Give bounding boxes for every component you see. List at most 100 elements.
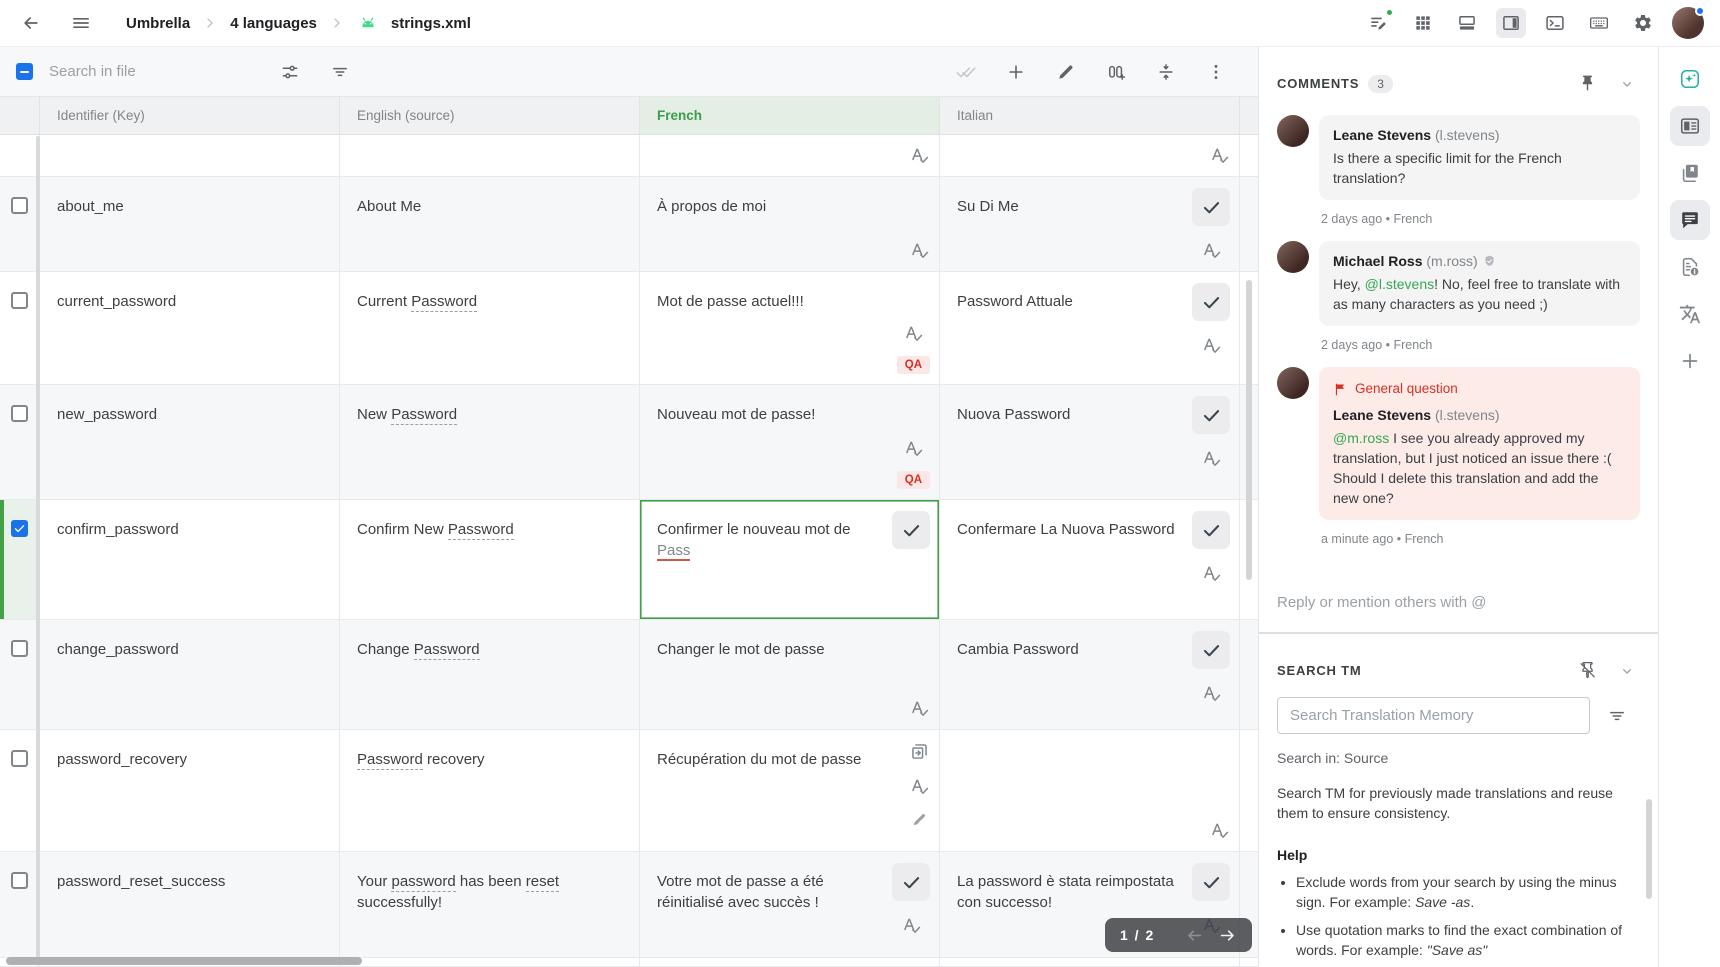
source-cell[interactable]: Password recovery — [340, 730, 640, 851]
topbar-action-grid-view[interactable] — [1408, 8, 1438, 38]
key-cell[interactable]: confirm_password — [40, 500, 340, 619]
source-cell[interactable] — [340, 958, 640, 966]
search-tm-filter-icon[interactable] — [1607, 706, 1627, 726]
rail-item-glossary[interactable] — [1670, 153, 1710, 193]
rail-item-key-info[interactable] — [1670, 247, 1710, 287]
toolbar-tune-filters[interactable] — [275, 57, 305, 87]
italian-translation-cell[interactable]: Su Di Me — [940, 177, 1240, 271]
search-tm-scrollbar[interactable] — [1646, 799, 1652, 899]
spellcheck-icon[interactable] — [1201, 563, 1222, 584]
spellcheck-icon[interactable] — [909, 240, 930, 261]
approve-translation-button[interactable] — [1192, 631, 1230, 669]
column-header-italian[interactable]: Italian — [940, 97, 1240, 134]
key-cell[interactable]: new_password — [40, 385, 340, 499]
table-left-scrollbar[interactable] — [36, 136, 40, 958]
column-header-french[interactable]: French — [640, 97, 940, 134]
topbar-action-right-panel[interactable] — [1496, 8, 1526, 38]
spellcheck-icon[interactable] — [909, 776, 930, 797]
toolbar-duplicate-key[interactable] — [1104, 60, 1128, 84]
row-checkbox[interactable] — [11, 520, 28, 537]
glossary-term[interactable]: Password — [391, 406, 457, 425]
french-translation-cell[interactable]: Changer le mot de passe — [640, 620, 940, 729]
spellcheck-icon[interactable] — [1201, 448, 1222, 469]
source-cell[interactable]: Confirm New Password — [340, 500, 640, 619]
comment-card[interactable]: General questionLeane Stevens (l.stevens… — [1319, 367, 1640, 520]
spellcheck-icon[interactable] — [909, 698, 930, 719]
spellcheck-icon[interactable] — [901, 915, 922, 936]
topbar-action-bottom-panel[interactable] — [1452, 8, 1482, 38]
rail-item-editor-panel[interactable] — [1670, 106, 1710, 146]
row-checkbox[interactable] — [11, 405, 28, 422]
copy-icon[interactable] — [909, 741, 930, 762]
breadcrumb-item[interactable]: 4 languages — [230, 15, 317, 32]
approve-translation-button[interactable] — [1192, 396, 1230, 434]
row-checkbox[interactable] — [11, 872, 28, 889]
french-translation-cell[interactable]: Confirmer le nouveau mot de Pass — [640, 500, 940, 619]
topbar-action-review-changes[interactable] — [1364, 8, 1394, 38]
key-cell[interactable]: change_password — [40, 620, 340, 729]
glossary-term[interactable]: reset — [526, 873, 559, 892]
approve-translation-button[interactable] — [1192, 283, 1230, 321]
spellcheck-icon[interactable] — [903, 323, 924, 344]
breadcrumb-item[interactable]: Umbrella — [126, 15, 190, 32]
glossary-term[interactable]: Password — [357, 751, 423, 770]
comment-card[interactable]: Michael Ross (m.ross)Hey, @l.stevens! No… — [1319, 241, 1640, 326]
column-header-english-source-[interactable]: English (source) — [340, 97, 640, 134]
search-in-setting[interactable]: Search in: Source — [1259, 734, 1658, 766]
french-translation-cell[interactable]: Votre mot de passe a été réinitialisé av… — [640, 852, 940, 957]
source-cell[interactable]: About Me — [340, 177, 640, 271]
source-cell[interactable]: Change Password — [340, 620, 640, 729]
search-tm-input[interactable] — [1277, 697, 1590, 734]
topbar-action-settings[interactable] — [1628, 8, 1658, 38]
spellcheck-icon[interactable] — [1209, 145, 1230, 166]
select-all-checkbox[interactable] — [16, 63, 33, 80]
rail-item-machine-translation[interactable] — [1670, 294, 1710, 334]
key-cell[interactable] — [40, 135, 340, 176]
collapse-comments-button[interactable] — [1614, 71, 1640, 97]
collapse-search-tm-button[interactable] — [1614, 658, 1640, 684]
row-checkbox[interactable] — [11, 292, 28, 309]
row-checkbox[interactable] — [11, 750, 28, 767]
key-cell[interactable]: password_recovery — [40, 730, 340, 851]
spellcheck-icon[interactable] — [1201, 335, 1222, 356]
rail-item-add-panel[interactable] — [1670, 341, 1710, 381]
user-avatar[interactable] — [1672, 7, 1704, 39]
source-cell[interactable]: Your password has been reset successfull… — [340, 852, 640, 957]
toolbar-collapse-rows[interactable] — [1154, 60, 1178, 84]
italian-translation-cell[interactable] — [940, 958, 1240, 966]
italian-translation-cell[interactable]: Cambia Password — [940, 620, 1240, 729]
column-header-identifier-key-[interactable]: Identifier (Key) — [40, 97, 340, 134]
key-cell[interactable]: about_me — [40, 177, 340, 271]
table-vertical-scrollbar[interactable] — [1246, 280, 1252, 580]
spellcheck-icon[interactable] — [1201, 683, 1222, 704]
key-cell[interactable]: current_password — [40, 272, 340, 384]
next-page-button[interactable] — [1218, 926, 1237, 945]
menu-button[interactable] — [66, 8, 96, 38]
spellcheck-icon[interactable] — [909, 145, 930, 166]
french-translation-cell[interactable] — [640, 958, 940, 966]
french-translation-cell[interactable]: Nouveau mot de passe!QA — [640, 385, 940, 499]
row-checkbox[interactable] — [11, 197, 28, 214]
search-in-file-input[interactable] — [49, 63, 275, 80]
glossary-term[interactable]: Password — [411, 293, 477, 312]
glossary-term[interactable]: Password — [414, 641, 480, 660]
source-cell[interactable] — [340, 135, 640, 176]
italian-translation-cell[interactable] — [940, 730, 1240, 851]
pin-panel-button[interactable] — [1573, 69, 1602, 98]
italian-translation-cell[interactable]: Confermare La Nuova Password — [940, 500, 1240, 619]
horizontal-scrollbar[interactable] — [6, 957, 362, 965]
rail-item-ai-assistant[interactable] — [1670, 59, 1710, 99]
source-cell[interactable]: Current Password — [340, 272, 640, 384]
toolbar-filter-rows[interactable] — [325, 57, 355, 87]
qa-issues-badge[interactable]: QA — [897, 471, 930, 489]
italian-translation-cell[interactable]: Nuova Password — [940, 385, 1240, 499]
french-translation-cell[interactable]: À propos de moi — [640, 177, 940, 271]
approve-translation-button[interactable] — [1192, 511, 1230, 549]
qa-issues-badge[interactable]: QA — [897, 356, 930, 374]
rail-item-comments[interactable] — [1670, 200, 1710, 240]
french-translation-cell[interactable]: Mot de passe actuel!!!QA — [640, 272, 940, 384]
key-cell[interactable]: password_reset_success — [40, 852, 340, 957]
italian-translation-cell[interactable]: Password Attuale — [940, 272, 1240, 384]
italian-translation-cell[interactable] — [940, 135, 1240, 176]
glossary-term[interactable]: password — [391, 873, 455, 892]
